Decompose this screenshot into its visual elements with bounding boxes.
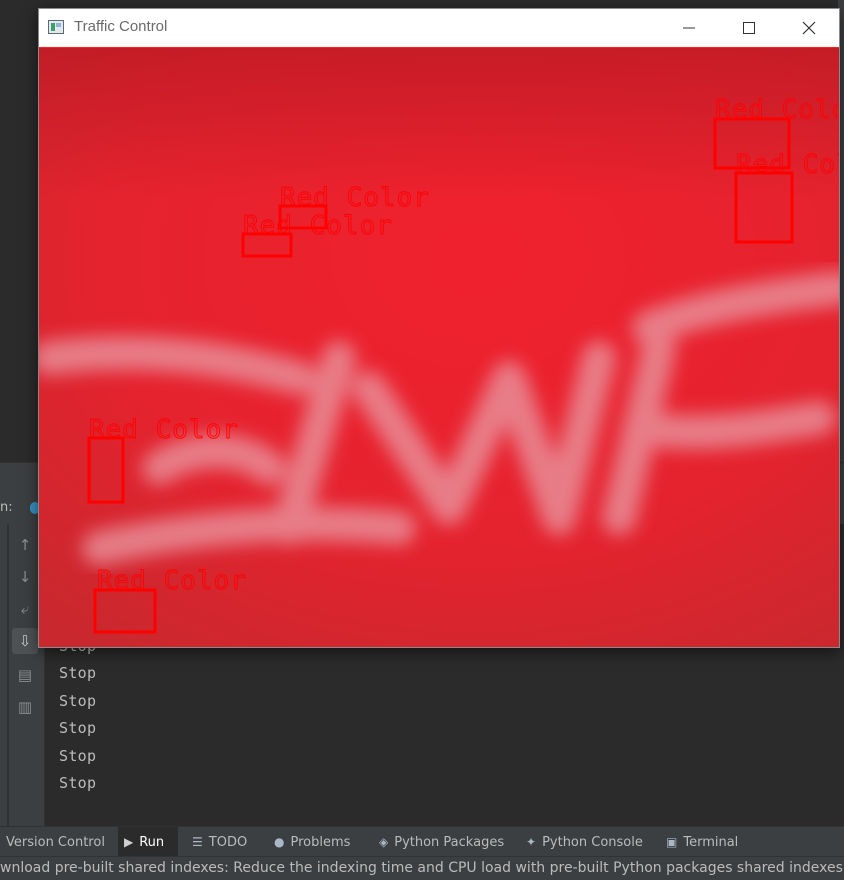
print-icon[interactable]: ▤ xyxy=(12,662,38,688)
tool-window-python-packages[interactable]: ◈ Python Packages xyxy=(373,827,513,857)
python-console-icon: ✦ xyxy=(526,835,537,849)
traffic-control-window: Traffic Control Red Col Red Co Red Color… xyxy=(38,8,840,648)
window-title: Traffic Control xyxy=(74,18,168,35)
todo-icon: ☰ xyxy=(192,835,203,849)
detection-label: Red Color xyxy=(243,211,393,241)
camera-frame-image: Red Color Red Color Red Color Red Color … xyxy=(39,48,839,647)
console-line: Stop xyxy=(59,774,97,792)
tool-window-problems[interactable]: ● Problems xyxy=(268,827,368,857)
sensor-noise xyxy=(39,48,839,647)
detection-label: Red Color xyxy=(736,150,839,180)
console-line: Stop xyxy=(59,664,97,683)
window-titlebar[interactable]: Traffic Control xyxy=(39,9,839,47)
arrow-down-icon[interactable]: ↓ xyxy=(12,564,38,590)
console-line: Stop xyxy=(59,746,97,765)
tool-window-bar: Version Control ▶ Run ☰ TODO ● Problems … xyxy=(0,826,844,857)
close-button[interactable] xyxy=(786,9,832,47)
detection-label: Red Color xyxy=(280,183,430,213)
python-packages-icon: ◈ xyxy=(379,835,389,849)
terminal-icon: ▣ xyxy=(666,835,678,849)
scroll-to-end-icon[interactable]: ⇩ xyxy=(12,628,38,654)
tool-window-todo[interactable]: ☰ TODO xyxy=(186,827,262,857)
detection-label: Red Color xyxy=(97,566,247,596)
camera-frame: Red Color Red Color Red Color Red Color … xyxy=(39,47,839,647)
run-panel-title: n: xyxy=(0,500,13,515)
maximize-button[interactable] xyxy=(726,9,772,47)
problems-icon: ● xyxy=(274,835,285,849)
maximize-icon xyxy=(743,22,755,34)
trash-icon[interactable]: ▥ xyxy=(12,694,38,720)
minimize-button[interactable] xyxy=(666,9,712,47)
minimize-icon xyxy=(683,27,695,29)
detection-label: Red Color xyxy=(715,95,839,125)
tool-window-run[interactable]: ▶ Run xyxy=(118,827,178,857)
status-message[interactable]: wnload pre-built shared indexes: Reduce … xyxy=(0,860,844,876)
tool-window-python-console[interactable]: ✦ Python Console xyxy=(520,827,656,857)
close-icon xyxy=(802,21,816,35)
soft-wrap-icon[interactable]: ⤶ xyxy=(12,596,38,622)
strip-separator xyxy=(7,524,9,826)
detection-label: Red Color xyxy=(89,415,239,445)
run-icon: ▶ xyxy=(124,835,134,849)
console-line: Stop xyxy=(59,719,97,738)
app-icon xyxy=(48,20,64,34)
tool-window-terminal[interactable]: ▣ Terminal xyxy=(660,827,750,857)
arrow-up-icon[interactable]: ↑ xyxy=(12,532,38,558)
status-bar: wnload pre-built shared indexes: Reduce … xyxy=(0,856,844,880)
tool-window-version-control[interactable]: Version Control xyxy=(0,827,114,857)
console-line: Stop xyxy=(59,691,97,710)
